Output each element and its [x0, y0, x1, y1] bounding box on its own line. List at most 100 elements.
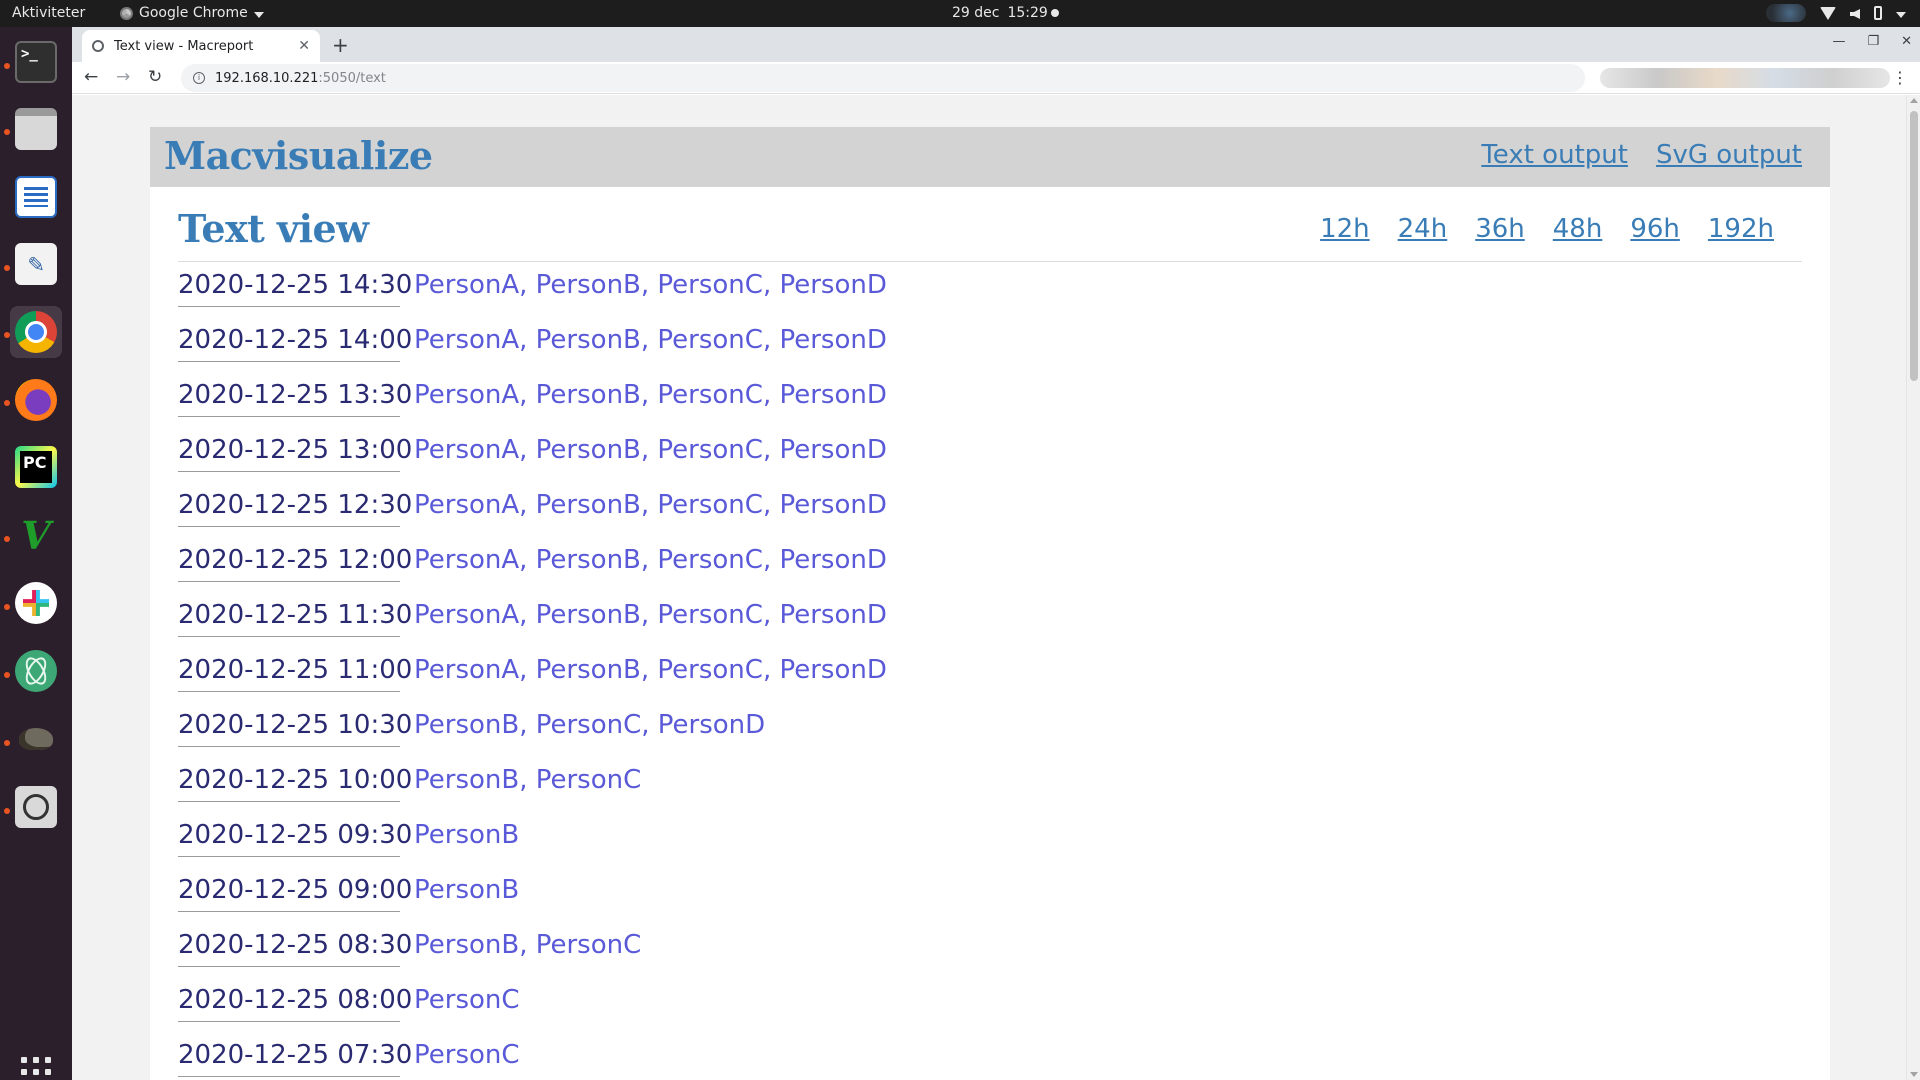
- dock-gimp[interactable]: [10, 713, 62, 765]
- list-item: 2020-12-25 11:00 PersonA, PersonB, Person…: [178, 655, 887, 710]
- nav-svg-output-link[interactable]: SvG output: [1656, 140, 1802, 170]
- slack-icon: [15, 582, 57, 624]
- dock-firefox[interactable]: [10, 374, 62, 426]
- system-tray[interactable]: [1766, 4, 1906, 22]
- list-item: 2020-12-25 14:00 PersonA, PersonB, Person…: [178, 325, 887, 380]
- clock[interactable]: 29 dec 15:29: [952, 5, 1048, 21]
- tab-text-view[interactable]: Text view - Macreport ✕: [82, 30, 320, 62]
- dock-pycharm[interactable]: PC: [10, 441, 62, 493]
- dock-terminal[interactable]: >_: [10, 36, 62, 88]
- scrollbar-thumb[interactable]: [1910, 111, 1918, 381]
- dock-files[interactable]: [10, 103, 62, 155]
- range-24h-link[interactable]: 24h: [1398, 214, 1448, 244]
- back-icon[interactable]: ←: [84, 67, 98, 87]
- list-item: 2020-12-25 08:00 PersonC: [178, 985, 887, 1040]
- range-192h-link[interactable]: 192h: [1708, 214, 1774, 244]
- entry-people: PersonC: [414, 1040, 520, 1070]
- list-item: 2020-12-25 10:30 PersonB, PersonC, Person…: [178, 710, 887, 765]
- entry-timestamp: 2020-12-25 10:00: [178, 765, 412, 802]
- entry-people: PersonB: [414, 875, 520, 905]
- entry-people: PersonB, PersonC: [414, 930, 642, 960]
- browser-window: Text view - Macreport ✕ + — ❐ ✕ ← → ↻ i …: [72, 27, 1920, 1080]
- list-item: 2020-12-25 12:00 PersonA, PersonB, Person…: [178, 545, 887, 600]
- dock-vim[interactable]: V: [10, 509, 62, 561]
- tab-strip: Text view - Macreport ✕ + — ❐ ✕: [72, 27, 1920, 62]
- maximize-icon[interactable]: ❐: [1867, 34, 1879, 49]
- dock-slack[interactable]: [10, 577, 62, 629]
- entry-timestamp: 2020-12-25 12:30: [178, 490, 412, 527]
- new-tab-icon[interactable]: +: [332, 33, 349, 57]
- notification-dot-icon: [1051, 9, 1059, 17]
- entry-timestamp: 2020-12-25 14:30: [178, 270, 412, 307]
- activities-button[interactable]: Aktiviteter: [12, 5, 85, 21]
- site-info-icon[interactable]: i: [193, 72, 205, 84]
- window-close-icon[interactable]: ✕: [1901, 34, 1912, 49]
- text-editor-icon: ✎: [15, 243, 57, 285]
- atom-icon: [15, 650, 57, 692]
- entry-people: PersonA, PersonB, PersonC, PersonD: [414, 655, 887, 685]
- entry-timestamp: 2020-12-25 09:00: [178, 875, 412, 912]
- entry-timestamp: 2020-12-25 09:30: [178, 820, 412, 857]
- app-menu[interactable]: Google Chrome: [120, 5, 264, 21]
- dock: >_ ✎ PC V: [0, 27, 72, 1080]
- writer-icon: [15, 176, 57, 218]
- dock-chrome[interactable]: [10, 306, 62, 358]
- list-item: 2020-12-25 12:30 PersonA, PersonB, Person…: [178, 490, 887, 545]
- system-top-bar: Aktiviteter Google Chrome 29 dec 15:29: [0, 0, 1920, 27]
- reload-icon[interactable]: ↻: [148, 67, 162, 87]
- dropdown-arrow-icon: [253, 12, 264, 18]
- list-item: 2020-12-25 13:00 PersonA, PersonB, Person…: [178, 435, 887, 490]
- range-48h-link[interactable]: 48h: [1553, 214, 1603, 244]
- entry-people: PersonB, PersonC, PersonD: [414, 710, 766, 740]
- forward-icon[interactable]: →: [116, 67, 130, 87]
- site-header: Macvisualize Text output SvG output: [150, 127, 1830, 187]
- vertical-scrollbar[interactable]: [1906, 95, 1920, 1080]
- entry-timestamp: 2020-12-25 11:00: [178, 655, 412, 692]
- files-icon: [15, 108, 57, 150]
- entry-timestamp: 2020-12-25 14:00: [178, 325, 412, 362]
- app-menu-label: Google Chrome: [139, 5, 248, 21]
- firefox-icon: [15, 379, 57, 421]
- vim-icon: V: [21, 512, 51, 558]
- entry-people: PersonA, PersonB, PersonC, PersonD: [414, 325, 887, 355]
- clock-date: 29 dec: [952, 5, 1000, 21]
- volume-icon: [1850, 9, 1860, 19]
- entry-timestamp: 2020-12-25 13:30: [178, 380, 412, 417]
- page-viewport: Macvisualize Text output SvG output Text…: [72, 95, 1920, 1080]
- minimize-icon[interactable]: —: [1832, 34, 1845, 49]
- url-host: 192.168.10.221: [215, 70, 319, 86]
- dock-text-editor[interactable]: ✎: [10, 238, 62, 290]
- dock-writer[interactable]: [10, 171, 62, 223]
- entry-timestamp: 2020-12-25 10:30: [178, 710, 412, 747]
- url-path: :5050/text: [318, 70, 386, 86]
- more-menu-icon[interactable]: ⋮: [1892, 68, 1908, 87]
- range-12h-link[interactable]: 12h: [1320, 214, 1370, 244]
- page-container: Macvisualize Text output SvG output Text…: [150, 127, 1830, 1080]
- entry-people: PersonA, PersonB, PersonC, PersonD: [414, 545, 887, 575]
- show-apps-icon[interactable]: [21, 1057, 51, 1080]
- window-controls: — ❐ ✕: [1832, 34, 1912, 49]
- entry-people: PersonB: [414, 820, 520, 850]
- entry-timestamp: 2020-12-25 13:00: [178, 435, 412, 472]
- entry-people: PersonA, PersonB, PersonC, PersonD: [414, 490, 887, 520]
- nav-text-output-link[interactable]: Text output: [1481, 140, 1628, 170]
- entry-people: PersonA, PersonB, PersonC, PersonD: [414, 380, 887, 410]
- entry-timestamp: 2020-12-25 08:00: [178, 985, 412, 1022]
- dock-search-tool[interactable]: [10, 781, 62, 833]
- extensions-area[interactable]: [1600, 68, 1890, 88]
- scroll-up-icon[interactable]: [1910, 98, 1918, 103]
- scroll-down-icon[interactable]: [1910, 1072, 1918, 1077]
- list-item: 2020-12-25 07:30 PersonC: [178, 1040, 887, 1080]
- range-36h-link[interactable]: 36h: [1475, 214, 1525, 244]
- list-item: 2020-12-25 09:30 PersonB: [178, 820, 887, 875]
- clock-time: 15:29: [1007, 5, 1048, 21]
- list-item: 2020-12-25 10:00 PersonB, PersonC: [178, 765, 887, 820]
- address-bar[interactable]: i 192.168.10.221:5050/text: [181, 64, 1585, 92]
- tray-menu-arrow-icon: [1896, 12, 1906, 18]
- close-icon[interactable]: ✕: [298, 38, 310, 54]
- range-96h-link[interactable]: 96h: [1630, 214, 1680, 244]
- chrome-small-icon: [120, 6, 133, 20]
- list-item: 2020-12-25 14:30 PersonA, PersonB, Person…: [178, 270, 887, 325]
- site-brand[interactable]: Macvisualize: [164, 133, 433, 178]
- dock-atom[interactable]: [10, 645, 62, 697]
